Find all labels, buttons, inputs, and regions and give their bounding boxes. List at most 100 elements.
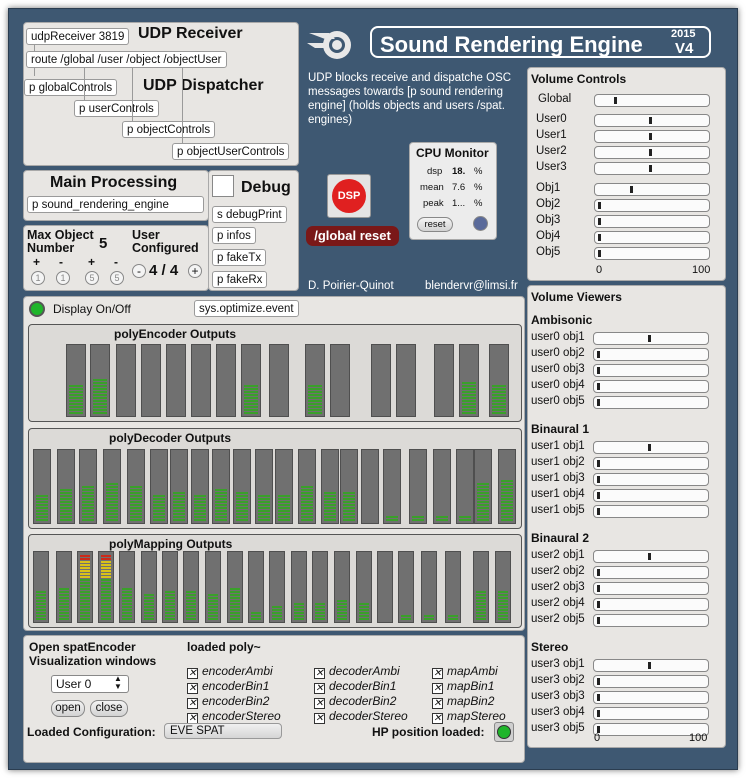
mapping-meter-segment	[144, 597, 154, 599]
vv-user2-obj5-slider[interactable]	[593, 614, 709, 627]
vv-user2-obj2-slider[interactable]	[593, 566, 709, 579]
poly-checkbox-decoderBin1[interactable]: ✕ decoderBin1	[314, 679, 396, 694]
vv-user2-obj1-slider[interactable]	[593, 550, 709, 563]
debug-print-object[interactable]: s debugPrint	[212, 206, 287, 223]
object-user-controls-object[interactable]: p objectUserControls	[172, 143, 290, 160]
mapping-meter-1	[33, 551, 49, 623]
poly-checkbox-encoderBin2[interactable]: ✕ encoderBin2	[187, 694, 269, 709]
vc-user0-slider[interactable]	[594, 114, 710, 127]
vv-user1-obj4-slider[interactable]	[593, 489, 709, 502]
vv-user2-obj4-slider[interactable]	[593, 598, 709, 611]
poly-checkbox-decoderAmbi[interactable]: ✕ decoderAmbi	[314, 664, 400, 679]
vv-user1-obj5-slider[interactable]	[593, 505, 709, 518]
vv-user1-obj3-slider-knob	[597, 476, 600, 483]
debug-toggle[interactable]	[212, 175, 234, 197]
vv-user0-obj1-slider[interactable]	[593, 332, 709, 345]
vv-user2-obj2-slider-knob	[597, 569, 600, 576]
cpu-reset-button[interactable]: reset	[417, 217, 453, 232]
dsp-button[interactable]: DSP	[327, 174, 371, 218]
vv-user3-obj1-slider[interactable]	[593, 659, 709, 672]
vv-user1-obj2-slider-knob	[597, 460, 600, 467]
decoder-meter-16	[361, 449, 379, 524]
vc-obj5-slider[interactable]	[594, 247, 710, 260]
user-plus-button[interactable]: +	[188, 264, 202, 278]
poly-checkbox-encoderStereo[interactable]: ✕ encoderStereo	[187, 709, 281, 724]
vc-user1-slider[interactable]	[594, 130, 710, 143]
vc-obj4-slider[interactable]	[594, 231, 710, 244]
object-controls-object[interactable]: p objectControls	[122, 121, 216, 138]
mapping-meter-segment	[36, 618, 46, 620]
max-object-minus-2[interactable]: -	[114, 255, 118, 269]
decoder-meter-3	[79, 449, 97, 524]
user-controls-object[interactable]: p userControls	[74, 100, 159, 117]
vv-user3-obj3-label: user3 obj3	[531, 690, 585, 702]
poly-checkbox-mapBin2[interactable]: ✕ mapBin2	[432, 694, 494, 709]
vc-obj1-slider[interactable]	[594, 183, 710, 196]
user-minus-button[interactable]: -	[132, 264, 146, 278]
fake-tx-object[interactable]: p fakeTx	[212, 249, 267, 266]
encoder-meter-segment	[492, 388, 506, 390]
encoder-meter-segment	[462, 382, 476, 384]
global-controls-object[interactable]: p globalControls	[24, 79, 118, 96]
poly-checkbox-decoderStereo[interactable]: ✕ decoderStereo	[314, 709, 408, 724]
vv-user0-obj2-slider[interactable]	[593, 348, 709, 361]
vv-user0-obj5-slider[interactable]	[593, 396, 709, 409]
mapping-meter-segment	[208, 618, 218, 620]
checkbox-checked-icon: ✕	[187, 698, 198, 709]
encoder-meter-segment	[69, 406, 83, 408]
poly-checkbox-encoderAmbi[interactable]: ✕ encoderAmbi	[187, 664, 273, 679]
max-object-minus-1[interactable]: -	[59, 255, 63, 269]
poly-checkbox-label: encoderAmbi	[202, 664, 273, 678]
poly-checkbox-decoderBin2[interactable]: ✕ decoderBin2	[314, 694, 396, 709]
poly-checkbox-mapBin1[interactable]: ✕ mapBin1	[432, 679, 494, 694]
sound-rendering-engine-object[interactable]: p sound_rendering_engine	[27, 196, 204, 213]
encoder-meter-segment	[492, 409, 506, 411]
vv-user3-obj3-slider[interactable]	[593, 691, 709, 704]
vv-user3-obj2-slider[interactable]	[593, 675, 709, 688]
vv-user0-obj4-slider[interactable]	[593, 380, 709, 393]
vc-obj2-slider[interactable]	[594, 199, 710, 212]
decoder-meter-4	[103, 449, 121, 524]
decoder-meter-segment	[153, 498, 165, 500]
mapping-meter-segment	[186, 609, 196, 611]
open-button[interactable]: open	[51, 700, 85, 717]
decoder-meter-segment	[60, 510, 72, 512]
decoder-meter-segment	[60, 492, 72, 494]
vc-user3-slider[interactable]	[594, 162, 710, 175]
vv-user1-obj2-slider[interactable]	[593, 457, 709, 470]
infos-object[interactable]: p infos	[212, 227, 256, 244]
vc-user2-slider[interactable]	[594, 146, 710, 159]
udp-receiver-object[interactable]: udpReceiver 3819	[26, 28, 130, 45]
vc-global-slider[interactable]	[594, 94, 710, 107]
mapping-meter-segment	[59, 591, 69, 593]
encoder-meter-segment	[492, 412, 506, 414]
route-object[interactable]: route /global /user /object /objectUser	[26, 51, 227, 68]
max-object-plus-1[interactable]: +	[33, 255, 40, 269]
vv-user2-obj3-slider[interactable]	[593, 582, 709, 595]
vv-user1-obj3-slider[interactable]	[593, 473, 709, 486]
decoder-meter-segment	[82, 492, 94, 494]
vc-obj3-slider[interactable]	[594, 215, 710, 228]
vv-user1-obj1-slider[interactable]	[593, 441, 709, 454]
mapping-meter-segment	[101, 570, 111, 572]
mapping-meter-segment	[476, 594, 486, 596]
vv-user0-obj3-slider[interactable]	[593, 364, 709, 377]
poly-checkbox-encoderBin1[interactable]: ✕ encoderBin1	[187, 679, 269, 694]
encoder-meter-11	[330, 344, 350, 417]
encoder-meter-segment	[244, 388, 258, 390]
close-button[interactable]: close	[90, 700, 128, 717]
encoder-meter-6	[191, 344, 211, 417]
user-select[interactable]: User 0 ▲ ▼	[51, 675, 129, 693]
display-toggle-led[interactable]	[29, 301, 45, 317]
sys-optimize-object[interactable]: sys.optimize.event	[194, 300, 299, 317]
vv-user3-obj4-slider[interactable]	[593, 707, 709, 720]
vv-user1-obj1-slider-knob	[647, 444, 651, 451]
mapping-meter-segment	[476, 615, 486, 617]
mapping-meter-segment	[186, 612, 196, 614]
max-object-plus-2[interactable]: +	[88, 255, 95, 269]
checkbox-checked-icon: ✕	[432, 713, 443, 724]
poly-checkbox-mapAmbi[interactable]: ✕ mapAmbi	[432, 664, 498, 679]
fake-rx-object[interactable]: p fakeRx	[212, 271, 268, 288]
mapping-meter-segment	[272, 606, 282, 608]
global-reset-button[interactable]: /global reset	[306, 226, 399, 246]
